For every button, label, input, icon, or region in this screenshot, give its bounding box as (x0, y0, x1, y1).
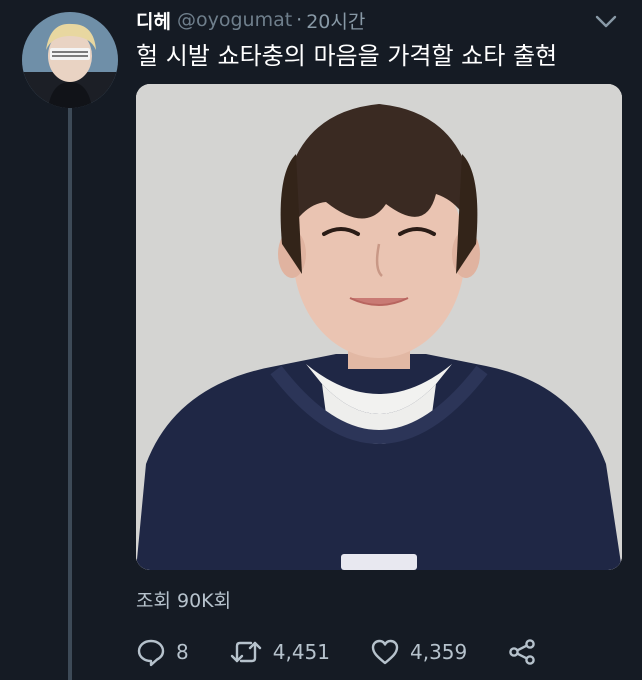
header-separator: · (296, 9, 303, 31)
display-name[interactable]: 디헤 (136, 7, 171, 34)
tweet-text: 헐 시발 쇼타충의 마음을 가격할 쇼타 출현 (136, 42, 558, 70)
like-count: 4,359 (410, 640, 468, 664)
retweet-icon (229, 637, 263, 667)
retweet-count: 4,451 (272, 640, 330, 664)
chevron-down-icon[interactable] (594, 12, 618, 32)
reply-button[interactable]: 8 (136, 637, 189, 667)
thread-line (68, 108, 72, 680)
tweet-time[interactable]: 20시간 (306, 7, 365, 34)
reply-icon (136, 637, 166, 667)
avatar[interactable] (22, 12, 118, 108)
view-count: 조회 90K회 (136, 590, 232, 612)
share-button[interactable] (507, 637, 537, 667)
reply-count: 8 (176, 640, 189, 664)
tweet-header: 디헤 @oyogumat · 20시간 (136, 6, 365, 34)
tweet-actions: 8 4,451 4,359 (136, 636, 537, 668)
retweet-button[interactable]: 4,451 (229, 637, 330, 667)
like-button[interactable]: 4,359 (370, 637, 467, 667)
user-handle[interactable]: @oyogumat (177, 9, 292, 31)
share-icon (507, 637, 537, 667)
tweet-photo[interactable] (136, 84, 622, 570)
like-icon (370, 637, 400, 667)
